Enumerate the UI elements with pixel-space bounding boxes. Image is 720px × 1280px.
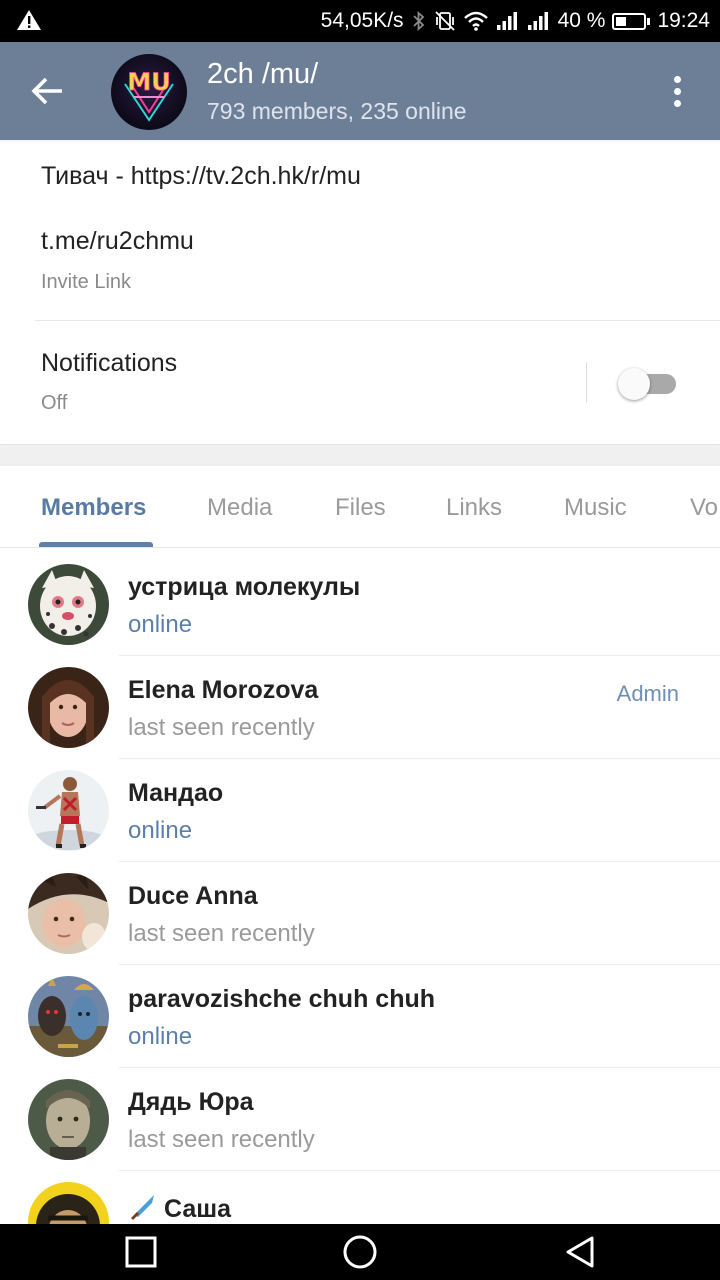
invite-link[interactable]: t.me/ru2chmu <box>41 227 194 256</box>
wifi-icon <box>463 11 488 31</box>
back-arrow-icon[interactable] <box>30 75 66 107</box>
avatar <box>28 770 109 851</box>
member-name: устрица молекулы <box>128 573 361 601</box>
home-icon[interactable] <box>342 1234 378 1270</box>
signal-icon <box>496 12 517 30</box>
list-item[interactable]: Саша <box>0 1166 720 1224</box>
more-menu-icon[interactable] <box>668 76 688 108</box>
toggle-knob <box>618 368 650 400</box>
media-tabs: Members Media Files Links Music Vo <box>0 466 720 548</box>
tab-members[interactable]: Members <box>41 494 146 522</box>
member-name: Дядь Юра <box>128 1088 254 1116</box>
group-description[interactable]: Тивач - https://tv.2ch.hk/r/mu <box>41 162 361 191</box>
system-nav-bar <box>0 1224 720 1280</box>
tab-voice[interactable]: Vo <box>690 494 718 522</box>
tab-media[interactable]: Media <box>207 494 272 522</box>
status-bar: 54,05K/s 40 % 19:24 <box>0 0 720 42</box>
clock: 19:24 <box>657 9 710 32</box>
avatar <box>28 873 109 954</box>
admin-badge: Admin <box>616 681 679 706</box>
member-name: Duce Anna <box>128 882 258 910</box>
vibrate-icon <box>434 11 455 31</box>
list-item[interactable]: устрица молекулы online <box>0 548 720 656</box>
member-status: last seen recently <box>128 714 315 741</box>
member-status: last seen recently <box>128 1126 315 1153</box>
list-item[interactable]: Duce Anna last seen recently <box>0 857 720 965</box>
group-avatar[interactable]: MU <box>111 54 187 130</box>
signal-icon <box>527 12 548 30</box>
battery-percent: 40 % <box>557 9 606 32</box>
member-status: last seen recently <box>128 920 315 947</box>
member-name: Саша <box>128 1191 231 1224</box>
member-name: paravozishche chuh chuh <box>128 985 436 1013</box>
tab-files[interactable]: Files <box>335 494 386 522</box>
notifications-value: Off <box>41 392 68 414</box>
member-status: online <box>128 1023 193 1050</box>
back-icon[interactable] <box>562 1234 598 1270</box>
tab-links[interactable]: Links <box>446 494 502 522</box>
chat-subtitle: 793 members, 235 online <box>207 98 467 124</box>
chat-title: 2ch /mu/ <box>207 58 319 90</box>
section-divider <box>0 444 720 466</box>
avatar <box>28 1182 109 1224</box>
members-list: устрица молекулы online Elena Morozova l… <box>0 548 720 1224</box>
bluetooth-icon <box>412 10 424 32</box>
member-name-text: Саша <box>164 1195 232 1223</box>
divider <box>35 320 720 321</box>
divider <box>586 362 587 402</box>
avatar <box>28 976 109 1057</box>
group-info: Тивач - https://tv.2ch.hk/r/mu t.me/ru2c… <box>0 140 720 444</box>
member-name: Elena Morozova <box>128 676 319 704</box>
recent-apps-icon[interactable] <box>123 1234 159 1270</box>
network-speed: 54,05K/s <box>320 9 404 32</box>
group-logo-text: MU <box>127 68 170 96</box>
avatar <box>28 667 109 748</box>
list-item[interactable]: Elena Morozova last seen recently Admin <box>0 651 720 759</box>
member-status: online <box>128 611 193 638</box>
list-item[interactable]: paravozishche chuh chuh online <box>0 960 720 1068</box>
warning-icon <box>17 10 41 30</box>
group-logo: MU <box>124 68 174 122</box>
notifications-toggle[interactable] <box>618 368 678 400</box>
chat-header: MU 2ch /mu/ 793 members, 235 online <box>0 42 720 140</box>
member-status: online <box>128 817 193 844</box>
member-name: Мандао <box>128 779 224 807</box>
list-item[interactable]: Дядь Юра last seen recently <box>0 1063 720 1171</box>
list-item[interactable]: Мандао online <box>0 754 720 862</box>
tab-music[interactable]: Music <box>564 494 627 522</box>
notifications-title[interactable]: Notifications <box>41 349 177 378</box>
status-bar-right: 54,05K/s 40 % 19:24 <box>321 0 710 42</box>
invite-link-label: Invite Link <box>41 271 132 293</box>
battery-level <box>616 16 627 26</box>
avatar <box>28 564 109 645</box>
knife-icon <box>131 1195 154 1220</box>
battery-icon <box>612 12 651 30</box>
avatar <box>28 1079 109 1160</box>
